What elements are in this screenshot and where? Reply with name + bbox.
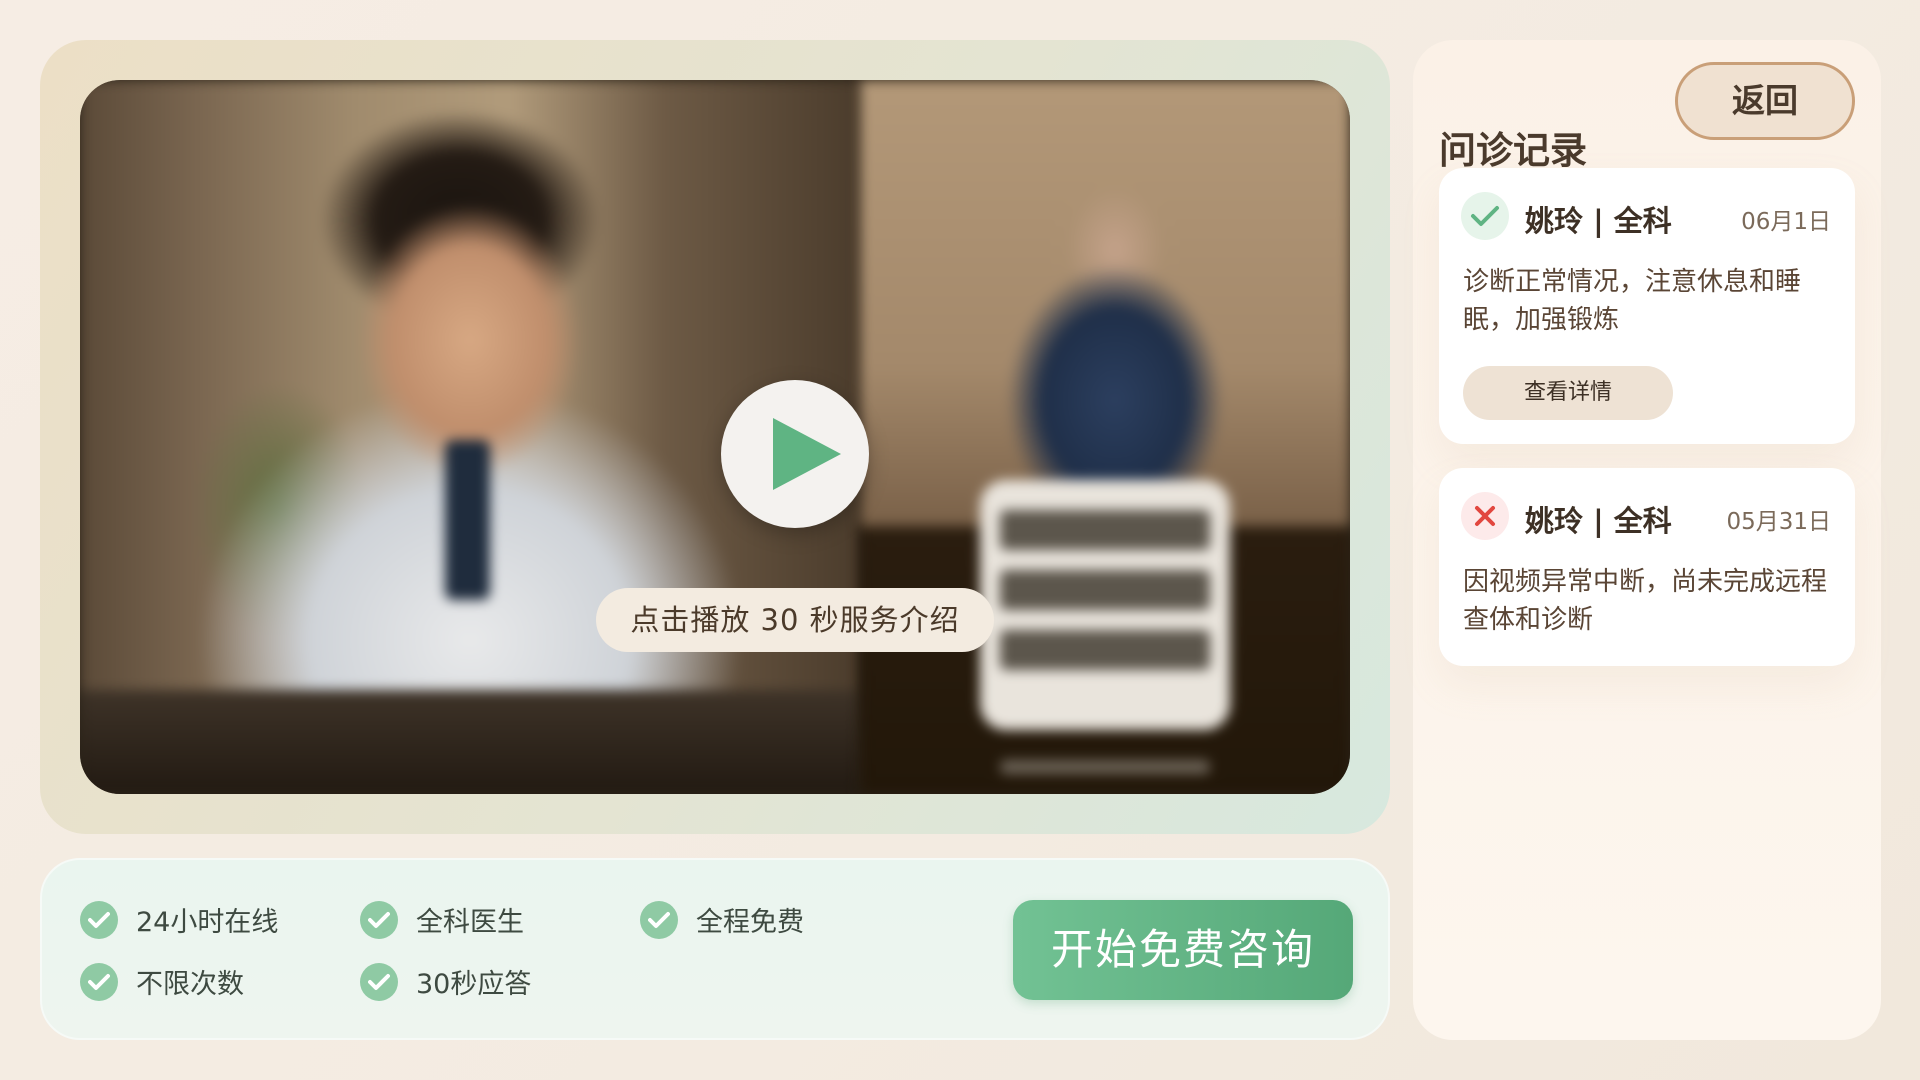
feature-label: 全程免费	[696, 907, 804, 938]
record-date: 06月1日	[1741, 209, 1831, 235]
start-consultation-button[interactable]: 开始免费咨询	[1013, 900, 1353, 1000]
feature-item: 24小时在线	[80, 900, 278, 939]
feature-item: 全程免费	[640, 900, 804, 939]
feature-item: 不限次数	[80, 962, 244, 1001]
features-bar: 24小时在线 全科医生 全程免费 不限次数 30秒应答 开始免费咨询	[40, 858, 1390, 1040]
feature-item: 30秒应答	[360, 962, 531, 1001]
records-panel: 问诊记录 返回 姚玲 | 全科 06月1日 诊断正常情况，注意休息和睡眠，加强锻…	[1413, 40, 1881, 1040]
record-card[interactable]: 姚玲 | 全科 05月31日 因视频异常中断，尚未完成远程查体和诊断	[1439, 468, 1855, 666]
record-description: 因视频异常中断，尚未完成远程查体和诊断	[1463, 567, 1828, 635]
record-description: 诊断正常情况，注意休息和睡眠，加强锻炼	[1463, 267, 1802, 335]
record-card[interactable]: 姚玲 | 全科 06月1日 诊断正常情况，注意休息和睡眠，加强锻炼 查看详情	[1439, 168, 1855, 444]
video-frame-patient	[860, 80, 1350, 794]
feature-item: 全科医生	[360, 900, 524, 939]
feature-label: 24小时在线	[136, 907, 279, 938]
qr-code	[980, 480, 1230, 730]
check-icon	[80, 962, 118, 1001]
record-doctor: 姚玲 | 全科	[1525, 504, 1672, 538]
check-icon	[360, 962, 398, 1001]
record-doctor: 姚玲 | 全科	[1525, 204, 1672, 238]
intro-video[interactable]: 点击播放 30 秒服务介绍	[80, 80, 1350, 794]
check-icon	[360, 900, 398, 939]
status-completed-icon	[1461, 192, 1509, 240]
back-button[interactable]: 返回	[1675, 62, 1855, 140]
check-icon	[80, 900, 118, 939]
play-icon	[773, 418, 841, 490]
status-failed-icon	[1461, 492, 1509, 540]
view-details-button[interactable]: 查看详情	[1463, 366, 1673, 420]
record-date: 05月31日	[1726, 509, 1831, 535]
play-button[interactable]	[721, 380, 869, 528]
records-title: 问诊记录	[1439, 129, 1587, 172]
feature-label: 不限次数	[136, 969, 244, 1000]
feature-label: 30秒应答	[416, 969, 532, 1000]
feature-label: 全科医生	[416, 907, 524, 938]
play-caption[interactable]: 点击播放 30 秒服务介绍	[596, 588, 994, 652]
check-icon	[640, 900, 678, 939]
